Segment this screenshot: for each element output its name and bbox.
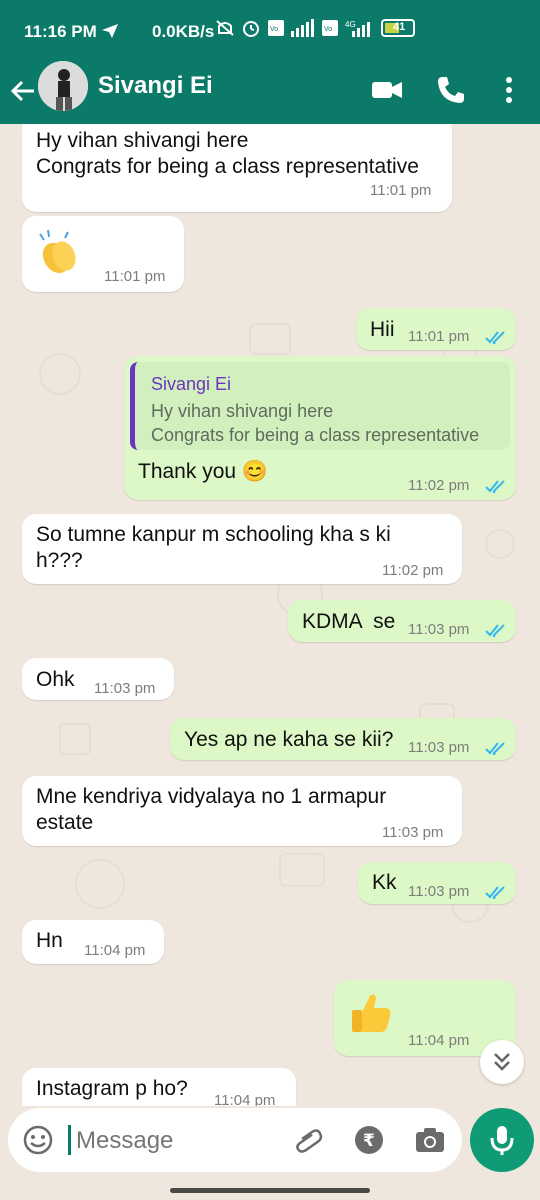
quoted-reply[interactable]: Sivangi Ei Hy vihan shivangi here Congra… [130, 362, 510, 450]
message-time: 11:04 pm [408, 1032, 470, 1049]
emoji-icon[interactable] [22, 1124, 54, 1156]
message-bubble-incoming[interactable]: Hy vihan shivangi here Congrats for bein… [22, 124, 452, 212]
contact-avatar[interactable] [38, 61, 88, 111]
message-time: 11:02 pm [408, 477, 470, 494]
svg-text:4G: 4G [345, 20, 356, 29]
message-bubble-incoming[interactable]: So tumne kanpur m schooling kha s ki h??… [22, 514, 462, 584]
clapping-hands-icon [39, 229, 76, 274]
quoted-reply-sender: Sivangi Ei [151, 374, 232, 394]
rupee-payment-icon[interactable]: ₹ [353, 1124, 385, 1156]
status-time: 11:16 PM [24, 22, 97, 41]
message-bubble-outgoing[interactable]: Yes ap ne kaha se kii? 11:03 pm [170, 718, 516, 760]
gesture-nav-bar[interactable] [170, 1188, 370, 1193]
svg-text:Vo: Vo [324, 26, 332, 33]
message-time: 11:04 pm [84, 942, 146, 959]
alarm-icon [243, 21, 259, 37]
message-text: Instagram p ho? [36, 1077, 188, 1100]
phone-call-icon[interactable] [434, 73, 468, 107]
contact-name[interactable]: Sivangi Ei [98, 72, 213, 100]
message-text: Ohk [36, 668, 75, 691]
message-bubble-outgoing[interactable]: Hii 11:01 pm [356, 308, 516, 350]
battery-icon: 41 [381, 19, 415, 37]
message-bubble-outgoing[interactable]: KDMA se 11:03 pm [288, 600, 516, 642]
message-time: 11:02 pm [382, 562, 444, 579]
message-text: Thank you 😊 [138, 460, 269, 483]
message-bubble-incoming[interactable]: Hn 11:04 pm [22, 920, 164, 964]
signal-4g-icon: 4G [345, 20, 370, 37]
message-text: Hn [36, 929, 63, 952]
volte-icon-2: Vo [322, 20, 338, 36]
svg-text:Vo: Vo [270, 26, 278, 33]
message-text: KDMA se [302, 610, 396, 633]
read-ticks-icon [485, 886, 505, 899]
telegram-icon [102, 24, 118, 38]
message-time: 11:03 pm [408, 739, 470, 756]
read-ticks-icon [485, 331, 505, 344]
message-time: 11:03 pm [408, 883, 470, 900]
quoted-reply-text: Hy vihan shivangi here Congrats for bein… [151, 401, 480, 445]
message-bubble-incoming[interactable]: 11:01 pm [22, 216, 184, 292]
message-bubble-outgoing[interactable]: Kk 11:03 pm [358, 862, 516, 904]
microphone-icon [490, 1126, 514, 1155]
message-bubble-outgoing[interactable]: Sivangi Ei Hy vihan shivangi here Congra… [124, 356, 516, 500]
scroll-to-bottom-button[interactable] [480, 1040, 524, 1084]
message-time: 11:01 pm [370, 182, 432, 199]
camera-icon[interactable] [413, 1124, 447, 1156]
message-text: Hii [370, 318, 395, 341]
status-bar: 11:16 PM 0.0KB/s Vo Vo 4G 41 [0, 0, 540, 62]
status-icons: Vo Vo 4G 41 [215, 18, 415, 38]
voice-message-button[interactable] [470, 1108, 534, 1172]
message-time: 11:03 pm [94, 680, 156, 697]
read-ticks-icon [485, 480, 505, 493]
message-time: 11:03 pm [408, 621, 470, 638]
video-call-icon[interactable] [370, 73, 404, 107]
message-time: 11:04 pm [214, 1092, 276, 1106]
read-ticks-icon [485, 624, 505, 637]
message-time: 11:01 pm [408, 328, 470, 345]
chat-area[interactable]: Hy vihan shivangi here Congrats for bein… [0, 124, 540, 1106]
message-bubble-incoming[interactable]: Instagram p ho? 11:04 pm [22, 1068, 296, 1106]
read-ticks-icon [485, 742, 505, 755]
mute-icon [216, 20, 234, 36]
svg-text:₹: ₹ [363, 1131, 375, 1151]
message-text: Kk [372, 871, 397, 894]
message-bubble-incoming[interactable]: Ohk 11:03 pm [22, 658, 174, 700]
double-chevron-down-icon [494, 1053, 510, 1071]
message-text: Yes ap ne kaha se kii? [184, 728, 394, 751]
attach-icon[interactable] [292, 1124, 324, 1156]
message-text: Mne kendriya vidyalaya no 1 armapur esta… [36, 785, 387, 834]
network-speed: 0.0KB/s [152, 22, 215, 41]
more-options-icon[interactable] [492, 73, 526, 107]
message-text: Hy vihan shivangi here Congrats for bein… [36, 129, 419, 178]
message-composer: ₹ [8, 1108, 462, 1172]
battery-level: 41 [393, 21, 406, 33]
message-text: So tumne kanpur m schooling kha s ki h??… [36, 523, 391, 572]
message-input[interactable] [74, 1122, 278, 1160]
text-cursor [68, 1125, 71, 1155]
message-bubble-incoming[interactable]: Mne kendriya vidyalaya no 1 armapur esta… [22, 776, 462, 846]
signal-icon [291, 19, 314, 37]
thumbs-up-icon [352, 994, 391, 1032]
volte-icon: Vo [268, 20, 284, 36]
back-arrow-icon[interactable] [6, 74, 40, 108]
message-time: 11:03 pm [382, 824, 444, 841]
message-time: 11:01 pm [104, 268, 166, 285]
